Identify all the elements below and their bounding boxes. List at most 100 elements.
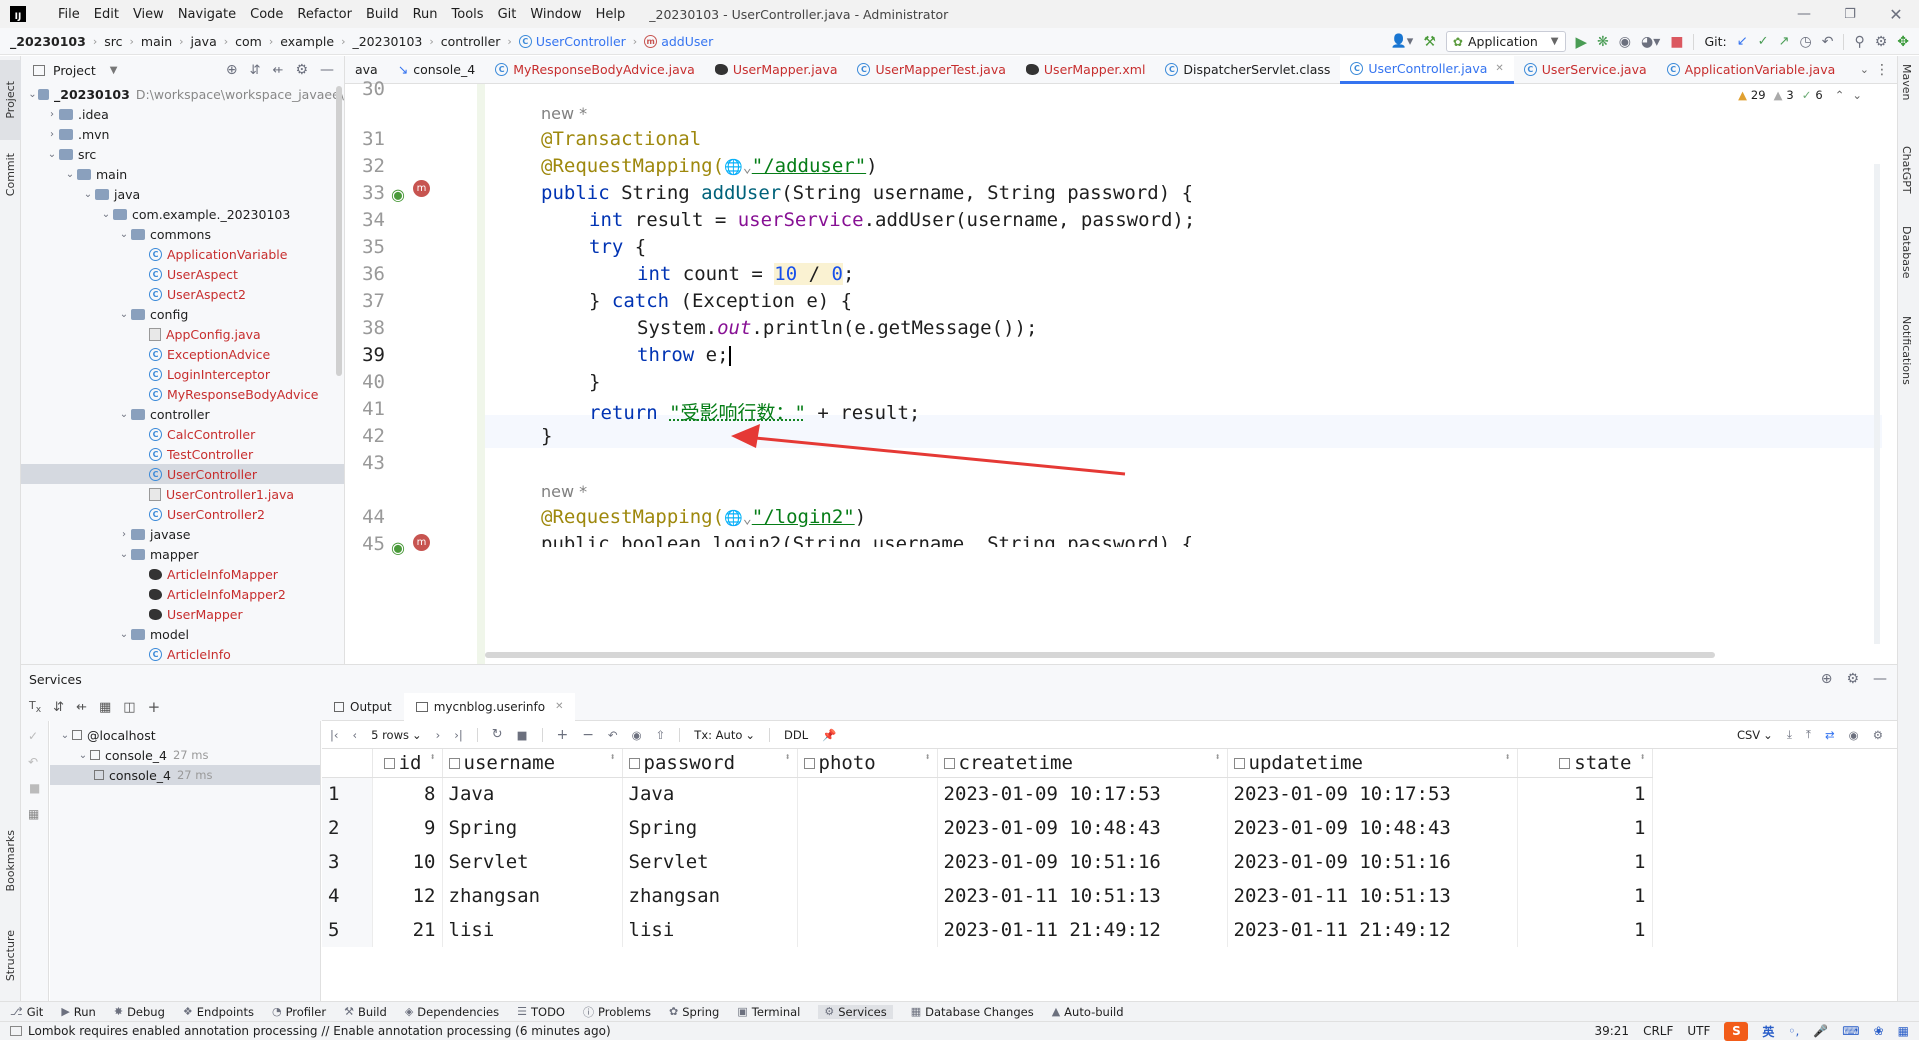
project-tool-button[interactable]: Project	[0, 60, 21, 140]
project-tree-item[interactable]: UserController1.java	[21, 484, 344, 504]
chevron-down-icon[interactable]: ⌄	[81, 189, 95, 200]
editor-tab[interactable]: C MyResponseBodyAdvice.java	[485, 56, 705, 84]
restore-icon[interactable]: ❐	[1827, 7, 1873, 22]
coverage-icon[interactable]: ◉	[1619, 34, 1631, 50]
notifications-tool-button[interactable]: Notifications	[1900, 316, 1913, 388]
bookmarks-tool-button[interactable]: Bookmarks	[0, 816, 21, 906]
project-scrollbar[interactable]	[336, 86, 342, 376]
menu-code[interactable]: Code	[250, 7, 283, 22]
collapse-all-icon[interactable]: ⇷	[76, 700, 87, 715]
cell-photo[interactable]	[797, 845, 938, 879]
breadcrumb-item[interactable]: main	[141, 34, 172, 49]
close-tab-icon[interactable]: ✕	[1495, 63, 1503, 74]
punctuation-icon[interactable]: ◦,	[1788, 1024, 1799, 1038]
cell-password[interactable]: Java	[622, 777, 798, 811]
settings-gear-icon[interactable]: ⚙	[1875, 34, 1888, 50]
chevron-down-icon[interactable]: ⌄	[45, 149, 59, 160]
cell-state[interactable]: 1	[1517, 811, 1653, 845]
last-page-icon[interactable]: ›|	[454, 728, 462, 742]
project-tree-item[interactable]: ⌄ src	[21, 144, 344, 164]
structure-tool-button[interactable]: Structure	[0, 916, 21, 996]
keyboard-icon[interactable]: ⌨	[1842, 1024, 1859, 1038]
editor-tab[interactable]: C UserService.java	[1514, 56, 1657, 84]
cell-id[interactable]: 8	[372, 777, 443, 811]
project-tree-item[interactable]: ⌄ _20230103 D:\workspace\workspace_javaee\	[21, 84, 344, 104]
cell-state[interactable]: 1	[1517, 913, 1653, 947]
tool-window-services[interactable]: ⚙ Services	[818, 1004, 893, 1019]
close-icon[interactable]: ✕	[1873, 5, 1919, 24]
mapping-gutter-icon[interactable]: m	[413, 534, 430, 551]
project-tree-item[interactable]: ⌄ mapper	[21, 544, 344, 564]
line-separator[interactable]: CRLF	[1643, 1024, 1673, 1038]
cell-id[interactable]: 12	[372, 879, 443, 913]
chevron-down-icon[interactable]: ⌄	[117, 549, 131, 560]
project-panel-title[interactable]: Project	[53, 63, 96, 78]
run-gutter-icon[interactable]: ◉	[391, 538, 405, 557]
editor-tab[interactable]: C ApplicationVariable.java	[1657, 56, 1846, 84]
cell-state[interactable]: 1	[1517, 777, 1653, 811]
chevron-right-icon[interactable]: ›	[117, 529, 131, 540]
toolbox-icon[interactable]: ▦	[1898, 1024, 1909, 1038]
build-hammer-icon[interactable]: ⚒	[1423, 34, 1436, 50]
compare-icon[interactable]: ⇄	[1825, 728, 1835, 742]
delete-row-icon[interactable]: −	[582, 727, 594, 743]
project-tree-item[interactable]: ⌄ com.example._20230103	[21, 204, 344, 224]
menu-view[interactable]: View	[133, 7, 164, 22]
breadcrumb-item[interactable]: com	[235, 34, 262, 49]
editor-horizontal-scrollbar[interactable]	[485, 652, 1715, 658]
run-config-select[interactable]: ✿ Application ▼	[1445, 31, 1566, 52]
project-tree-item[interactable]: › .idea	[21, 104, 344, 124]
tool-window-dependencies[interactable]: ◈ Dependencies	[405, 1005, 499, 1019]
rollback-icon[interactable]: ↶	[1822, 34, 1834, 50]
commit-tool-button[interactable]: Commit	[0, 144, 21, 206]
cell-password[interactable]: zhangsan	[622, 879, 798, 913]
cell-username[interactable]: lisi	[442, 913, 623, 947]
project-tree-item[interactable]: C ArticleInfo	[21, 644, 344, 664]
sort-icon[interactable]: ⬍	[1639, 752, 1645, 763]
tool-window-build[interactable]: ⚒ Build	[344, 1005, 387, 1019]
more-actions-icon[interactable]: ⋮	[1875, 62, 1889, 78]
project-tree-item[interactable]: ⌄ config	[21, 304, 344, 324]
project-tree-item[interactable]: C LoginInterceptor	[21, 364, 344, 384]
locate-icon[interactable]: ⊕	[226, 62, 238, 78]
cell-username[interactable]: zhangsan	[442, 879, 623, 913]
view-icon[interactable]: ◉	[1849, 728, 1859, 742]
cell-updatetime[interactable]: 2023-01-09 10:48:43	[1227, 811, 1518, 845]
menu-refactor[interactable]: Refactor	[297, 7, 352, 22]
settings-gear-icon[interactable]: ⚙	[1873, 728, 1883, 742]
cell-createtime[interactable]: 2023-01-09 10:51:16	[937, 845, 1228, 879]
services-tree-item[interactable]: ⌄ console_4 27 ms	[50, 745, 320, 765]
project-tree-item[interactable]: ⌄ main	[21, 164, 344, 184]
stop-icon[interactable]: ■	[517, 728, 528, 742]
sort-icon[interactable]: ⬍	[429, 752, 435, 763]
table-row[interactable]: 5 21 lisi lisi 2023-01-11 21:49:12 2023-01-11…	[322, 913, 1653, 947]
menu-navigate[interactable]: Navigate	[178, 7, 236, 22]
cell-id[interactable]: 21	[372, 913, 443, 947]
stop-icon[interactable]: ■	[1670, 34, 1683, 50]
cell-id[interactable]: 9	[372, 811, 443, 845]
project-tree-item[interactable]: ⌄ model	[21, 624, 344, 644]
project-tree-item[interactable]: ArticleInfoMapper	[21, 564, 344, 584]
minimize-icon[interactable]: —	[1781, 6, 1827, 22]
first-page-icon[interactable]: |‹	[330, 728, 338, 742]
project-tree-item[interactable]: C UserController2	[21, 504, 344, 524]
editor-tab[interactable]: ↘ console_4	[388, 56, 485, 84]
menu-run[interactable]: Run	[413, 7, 438, 22]
expand-all-icon[interactable]: ⇵	[53, 700, 64, 715]
project-tree-item[interactable]: ⌄ java	[21, 184, 344, 204]
menu-window[interactable]: Window	[530, 7, 581, 22]
prev-page-icon[interactable]: ‹	[352, 728, 357, 742]
cell-photo[interactable]	[797, 879, 938, 913]
editor-tab[interactable]: C DispatcherServlet.class	[1155, 56, 1340, 84]
breadcrumb-item[interactable]: _20230103	[10, 34, 86, 49]
rollback-icon[interactable]: ↶	[28, 755, 38, 769]
tool-window-auto-build[interactable]: ▲ Auto-build	[1052, 1005, 1124, 1019]
breadcrumb-item[interactable]: src	[104, 34, 122, 49]
menu-help[interactable]: Help	[596, 7, 626, 22]
cell-id[interactable]: 10	[372, 845, 443, 879]
breadcrumb-item[interactable]: UserController	[536, 34, 626, 49]
services-tree-item[interactable]: console_4 27 ms	[50, 765, 320, 785]
profile-icon[interactable]: ◕▾	[1641, 34, 1660, 50]
cell-createtime[interactable]: 2023-01-09 10:48:43	[937, 811, 1228, 845]
menu-build[interactable]: Build	[366, 7, 399, 22]
